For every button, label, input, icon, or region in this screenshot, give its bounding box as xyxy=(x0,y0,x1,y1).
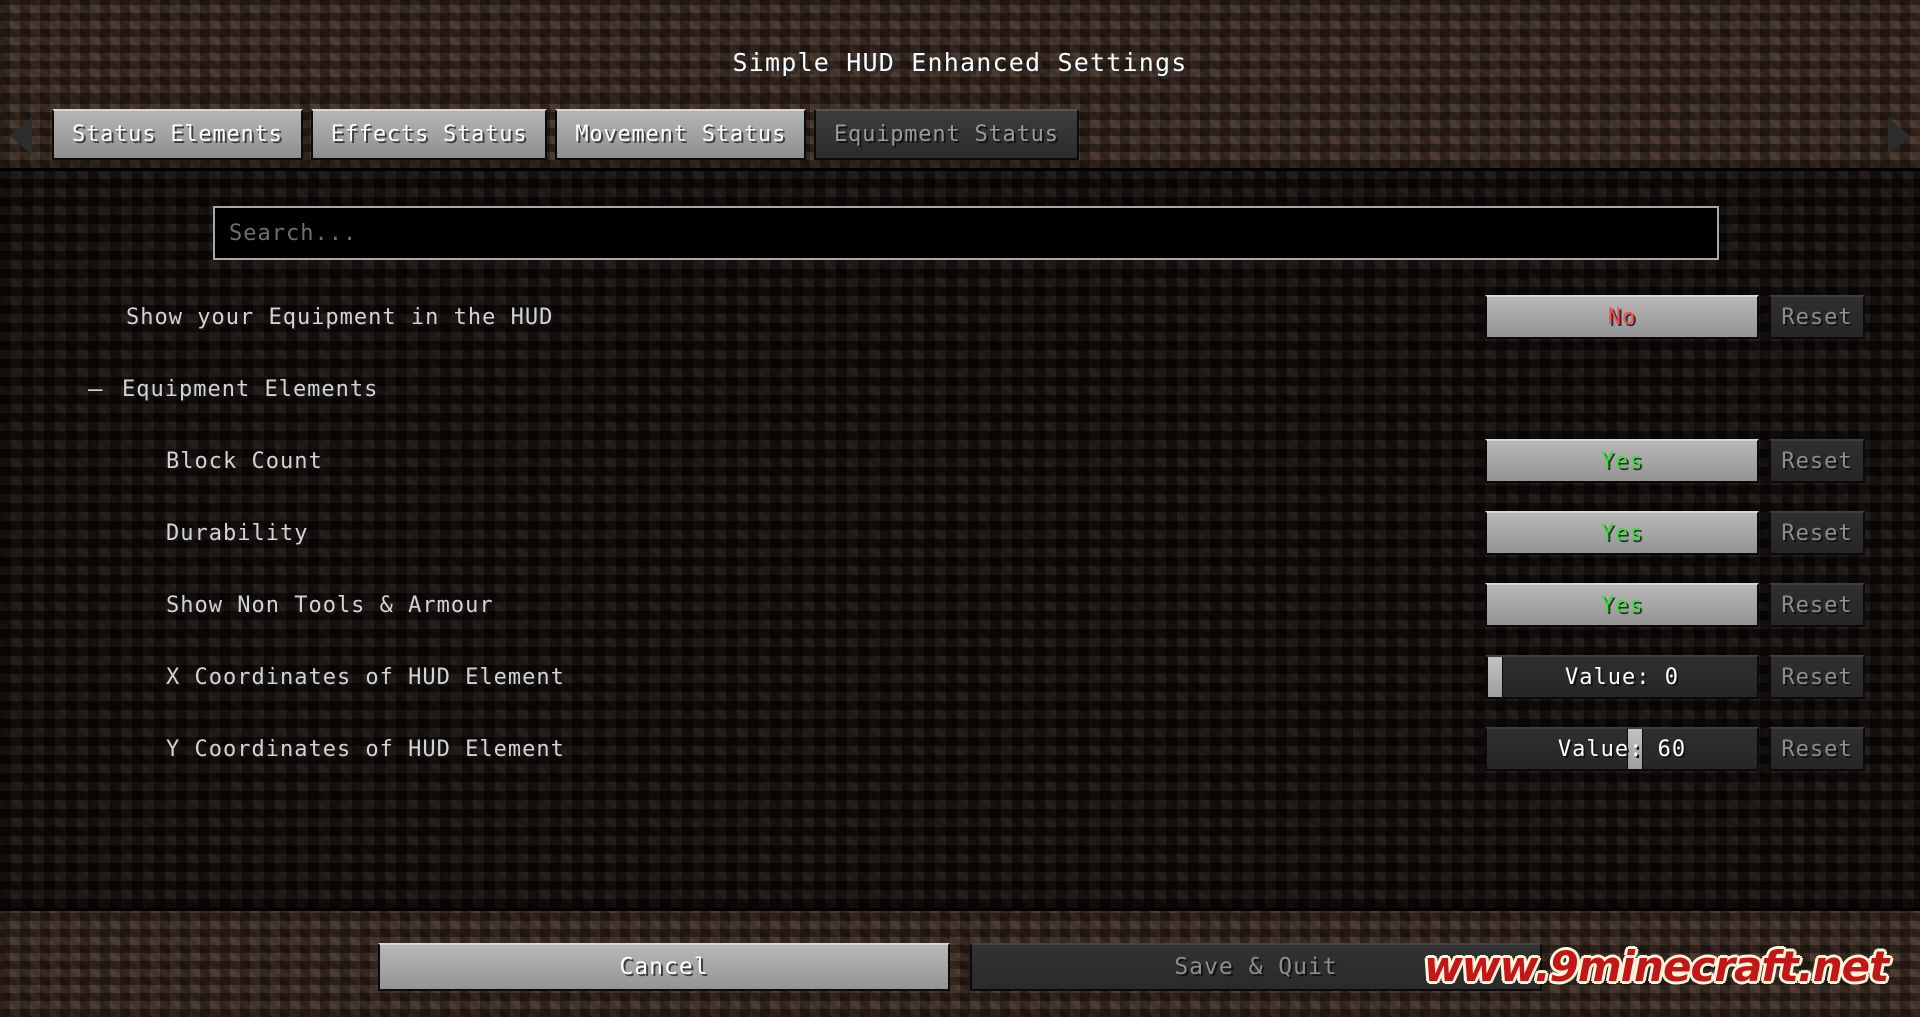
toggle-button[interactable]: Yes xyxy=(1485,439,1759,483)
settings-row-controls: Yes Reset xyxy=(1485,511,1865,555)
settings-row-controls: Yes Reset xyxy=(1485,583,1865,627)
toggle-button[interactable]: No xyxy=(1485,295,1759,339)
tab-status-elements[interactable]: Status Elements xyxy=(52,109,303,160)
reset-button[interactable]: Reset xyxy=(1769,295,1865,339)
reset-button[interactable]: Reset xyxy=(1769,655,1865,699)
settings-row: Block Count Yes Reset xyxy=(0,425,1920,497)
tab-list: Status Elements Effects Status Movement St… xyxy=(52,109,1079,160)
slider-value-label: Value: 0 xyxy=(1565,664,1679,690)
search-box[interactable] xyxy=(213,206,1719,260)
settings-row-controls: No Reset xyxy=(1485,295,1865,339)
settings-row: Durability Yes Reset xyxy=(0,497,1920,569)
reset-button[interactable]: Reset xyxy=(1769,511,1865,555)
settings-row-label: Block Count xyxy=(166,448,323,474)
minecraft-settings-screen: Simple HUD Enhanced Settings Status Elem… xyxy=(0,0,1920,1017)
tab-effects-status[interactable]: Effects Status xyxy=(310,109,548,160)
settings-row-controls: Value: 60 Reset xyxy=(1485,727,1865,771)
chevron-left-icon[interactable] xyxy=(10,117,32,155)
settings-row-label: Y Coordinates of HUD Element xyxy=(166,736,565,762)
value-slider[interactable]: Value: 60 xyxy=(1485,727,1759,771)
reset-button[interactable]: Reset xyxy=(1769,727,1865,771)
value-slider[interactable]: Value: 0 xyxy=(1485,655,1759,699)
tab-equipment-status[interactable]: Equipment Status xyxy=(814,109,1079,160)
toggle-value-label: Yes xyxy=(1600,448,1644,474)
settings-row-label: X Coordinates of HUD Element xyxy=(166,664,565,690)
tab-bar: Status Elements Effects Status Movement St… xyxy=(0,101,1920,168)
settings-row: Show your Equipment in the HUD No Reset xyxy=(0,281,1920,353)
settings-row-label: Show Non Tools & Armour xyxy=(166,592,494,618)
settings-row-controls: Value: 0 Reset xyxy=(1485,655,1865,699)
search-input[interactable] xyxy=(215,208,1717,258)
settings-row: – Equipment Elements xyxy=(0,353,1920,425)
settings-row-list: Show your Equipment in the HUD No Reset – Eq… xyxy=(0,281,1920,785)
slider-handle[interactable] xyxy=(1487,657,1503,697)
slider-value-label: Value: 60 xyxy=(1557,736,1687,762)
toggle-value-label: No xyxy=(1607,304,1637,330)
collapse-toggle-icon[interactable]: – xyxy=(88,377,102,401)
toggle-value-label: Yes xyxy=(1600,592,1644,618)
settings-row: X Coordinates of HUD Element Value: 0 Rese… xyxy=(0,641,1920,713)
settings-row-controls: Yes Reset xyxy=(1485,439,1865,483)
settings-row: Show Non Tools & Armour Yes Reset xyxy=(0,569,1920,641)
settings-panel: Show your Equipment in the HUD No Reset –Eq… xyxy=(0,168,1920,911)
reset-button[interactable]: Reset xyxy=(1769,439,1865,483)
settings-row-label: Durability xyxy=(166,520,309,546)
site-watermark: www.9minecraft.net xyxy=(1424,942,1889,991)
reset-button[interactable]: Reset xyxy=(1769,583,1865,627)
settings-row-label: Equipment Elements xyxy=(122,376,379,402)
page-title: Simple HUD Enhanced Settings xyxy=(732,48,1188,77)
chevron-right-icon[interactable] xyxy=(1888,117,1910,155)
toggle-button[interactable]: Yes xyxy=(1485,583,1759,627)
settings-row-label: Show your Equipment in the HUD xyxy=(126,304,554,330)
toggle-button[interactable]: Yes xyxy=(1485,511,1759,555)
toggle-value-label: Yes xyxy=(1600,520,1644,546)
cancel-button[interactable]: Cancel xyxy=(378,943,950,991)
settings-row: Y Coordinates of HUD Element Value: 60 Res… xyxy=(0,713,1920,785)
tab-movement-status[interactable]: Movement Status xyxy=(555,109,807,160)
